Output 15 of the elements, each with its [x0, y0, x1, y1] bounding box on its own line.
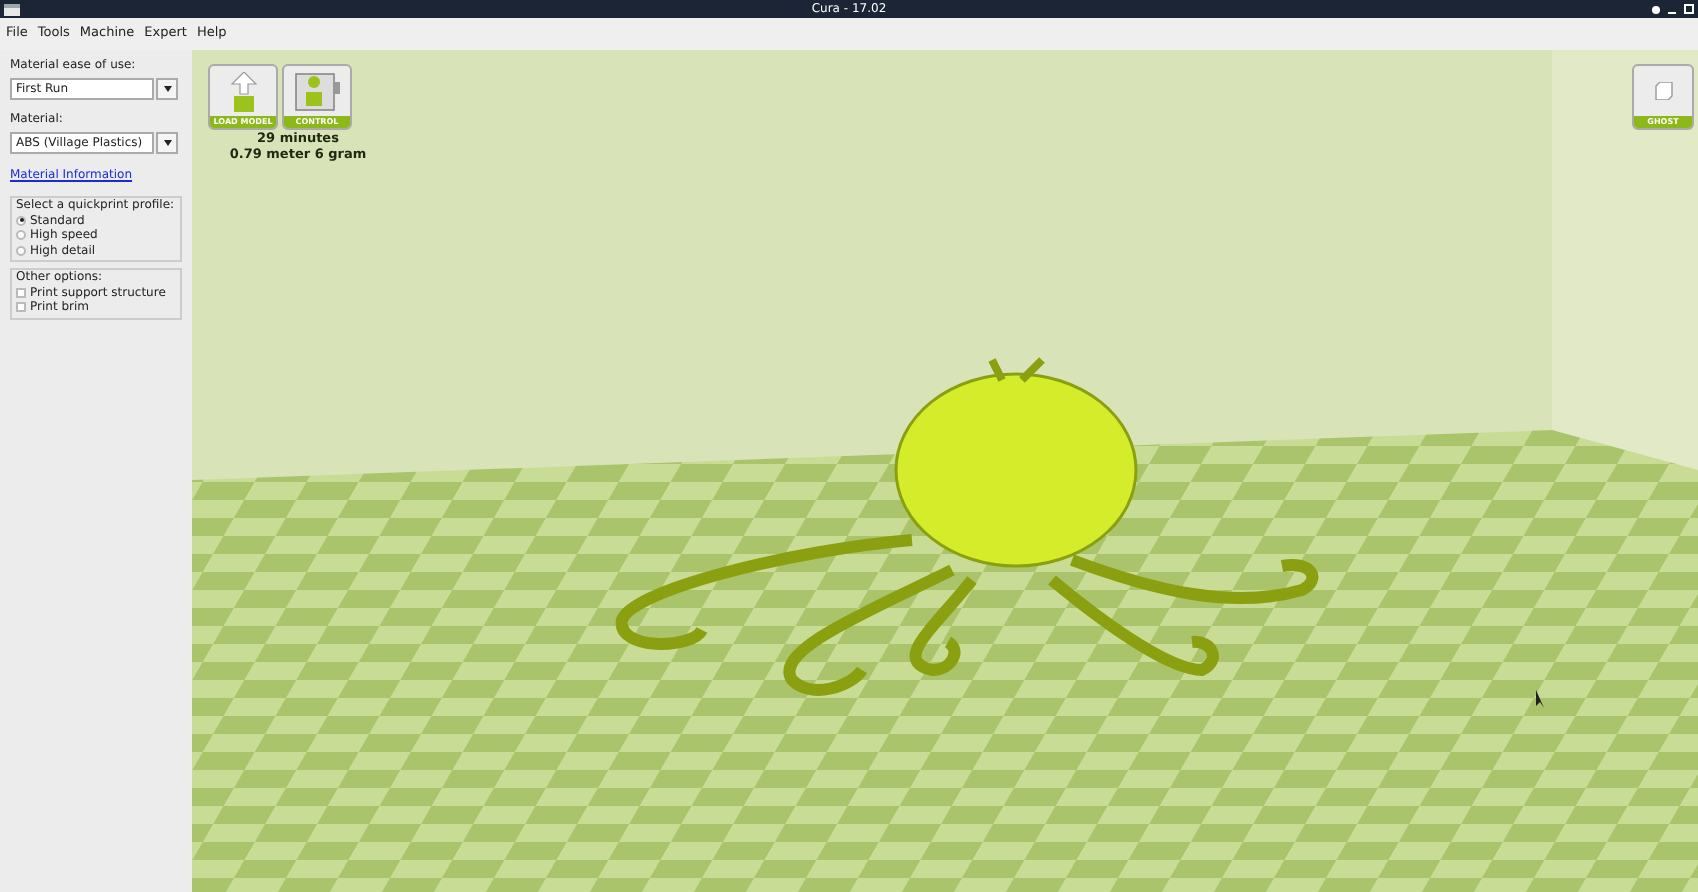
maximize-icon[interactable] [1684, 4, 1694, 14]
minimize-icon[interactable] [1668, 11, 1676, 13]
radio-button[interactable] [16, 215, 26, 226]
caret-icon [163, 86, 171, 92]
radio-button[interactable] [16, 230, 26, 241]
printer-icon [293, 71, 341, 111]
cube-upload-icon [229, 71, 257, 111]
dropdown-button[interactable] [156, 78, 178, 100]
radio-button[interactable] [16, 245, 26, 256]
pin-icon[interactable] [1652, 5, 1660, 13]
checkbox[interactable] [16, 302, 26, 313]
dropdown-button[interactable] [156, 132, 178, 154]
cube-icon [1653, 82, 1673, 100]
caret-icon [163, 140, 171, 146]
checkbox[interactable] [16, 287, 26, 298]
